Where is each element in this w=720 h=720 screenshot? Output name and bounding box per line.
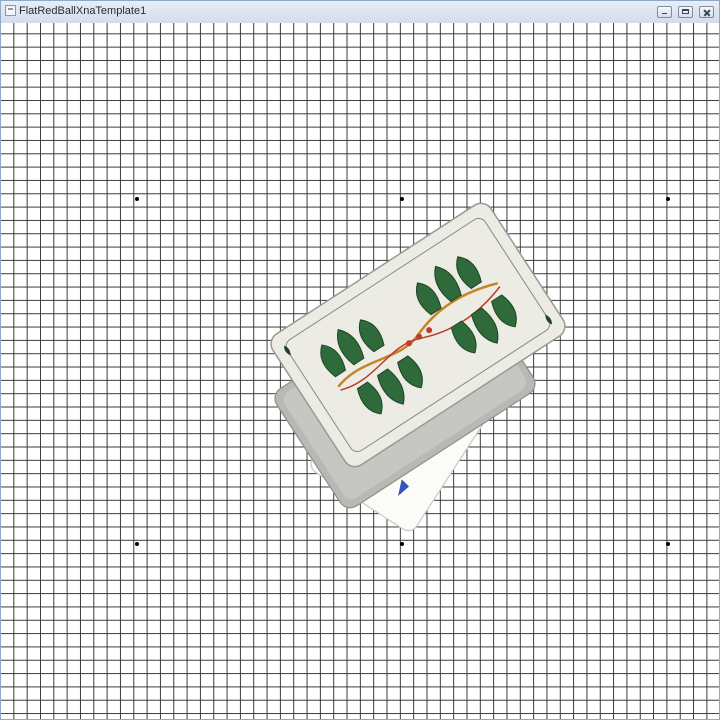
title-bar[interactable]: FlatRedBallXnaTemplate1 [1,1,719,24]
app-icon [5,5,16,16]
card-stack[interactable] [1,23,719,719]
window-title: FlatRedBallXnaTemplate1 [19,5,147,17]
maximize-icon[interactable] [678,6,693,18]
minimize-icon[interactable] [657,6,672,18]
game-viewport[interactable] [1,23,719,719]
close-icon[interactable] [699,6,714,18]
app-window: FlatRedBallXnaTemplate1 [0,0,720,720]
